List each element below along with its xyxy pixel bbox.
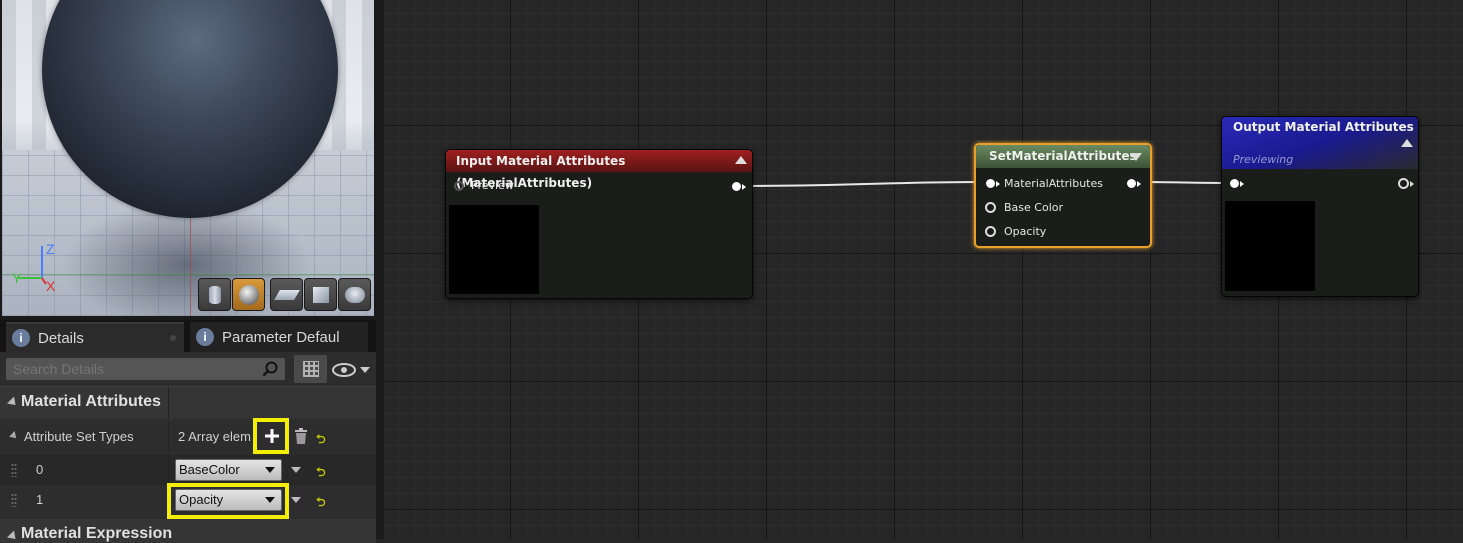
pin-arrow-icon xyxy=(1240,181,1244,187)
wire-set-to-output xyxy=(1138,181,1231,184)
category-material-expression[interactable]: Material Expression xyxy=(0,519,376,543)
node-header[interactable]: Input Material Attributes (MaterialAttri… xyxy=(446,150,752,190)
element-options-arrow-icon[interactable] xyxy=(291,467,301,473)
preview-input-pin[interactable] xyxy=(454,181,464,191)
node-preview-thumbnail xyxy=(449,205,539,294)
panel-splitter[interactable] xyxy=(376,0,384,539)
element-options-arrow-icon[interactable] xyxy=(291,497,301,503)
pin-label: Opacity xyxy=(1004,225,1047,238)
tab-details[interactable]: i Details xyxy=(6,322,184,352)
chevron-down-icon xyxy=(265,467,275,473)
column-divider xyxy=(168,455,169,485)
cylinder-preview-icon xyxy=(208,285,221,304)
pin-label: Preview xyxy=(471,179,514,192)
material-attributes-input-pin[interactable] xyxy=(1230,179,1239,188)
sphere-preview-button[interactable] xyxy=(232,278,265,311)
node-subtitle: Previewing xyxy=(1233,153,1294,166)
expand-arrow-icon xyxy=(6,396,20,409)
pin-arrow-icon xyxy=(1137,181,1141,187)
array-count-text: 2 Array elem xyxy=(178,429,251,444)
expand-arrow-icon[interactable] xyxy=(1130,153,1142,161)
tab-close-icon[interactable] xyxy=(170,335,176,341)
custom-mesh-preview-button[interactable] xyxy=(338,278,371,311)
material-attributes-output-pin[interactable] xyxy=(1127,179,1136,188)
plane-preview-button[interactable] xyxy=(270,278,303,311)
wire-input-to-set xyxy=(740,181,986,187)
reset-to-default-icon[interactable]: ⮌ xyxy=(316,430,326,451)
info-icon: i xyxy=(196,328,214,346)
pin-arrow-icon xyxy=(996,181,1000,187)
sphere-preview-icon xyxy=(238,284,259,305)
search-icon xyxy=(262,361,278,377)
drag-handle-icon[interactable] xyxy=(11,493,17,507)
highlight-opacity-dropdown xyxy=(167,483,289,519)
property-matrix-button[interactable] xyxy=(294,355,327,383)
pin-label: Base Color xyxy=(1004,201,1064,214)
pin-label: MaterialAttributes xyxy=(1004,177,1103,190)
base-color-input-pin[interactable] xyxy=(985,202,996,213)
details-panel: Material Attributes Attribute Set Types … xyxy=(0,352,376,543)
category-title: Material Attributes xyxy=(21,393,161,410)
tab-details-label: Details xyxy=(38,329,84,347)
element-index: 0 xyxy=(36,462,44,477)
y-axis-label: Y xyxy=(12,270,22,286)
tab-parameter-defaults-label: Parameter Defaul xyxy=(222,328,340,346)
cube-preview-button[interactable] xyxy=(304,278,337,311)
info-icon: i xyxy=(12,329,30,347)
custom-mesh-preview-icon xyxy=(344,286,365,303)
reset-to-default-icon[interactable]: ⮌ xyxy=(316,463,326,484)
chevron-down-icon xyxy=(360,367,370,373)
collapse-arrow-icon[interactable] xyxy=(1401,139,1413,147)
output-pin[interactable] xyxy=(732,182,741,191)
category-title: Material Expression xyxy=(21,525,173,542)
z-axis-label: Z xyxy=(46,241,55,257)
element-index: 1 xyxy=(36,492,44,507)
material-graph-canvas[interactable]: Input Material Attributes (MaterialAttri… xyxy=(384,0,1463,539)
column-divider xyxy=(168,422,169,452)
array-element-row: 0 BaseColor ⮌ xyxy=(0,455,376,485)
attribute-type-dropdown[interactable]: BaseColor xyxy=(175,459,282,481)
collapse-arrow-icon[interactable] xyxy=(735,156,747,164)
pin-arrow-icon xyxy=(1410,181,1414,187)
node-header[interactable]: Output Material Attributes Previewing xyxy=(1222,117,1418,169)
opacity-input-pin[interactable] xyxy=(985,226,996,237)
expand-arrow-icon[interactable] xyxy=(9,431,19,441)
cube-preview-icon xyxy=(312,286,329,303)
grid-icon xyxy=(302,361,319,377)
expand-arrow-icon xyxy=(6,530,20,543)
output-pin[interactable] xyxy=(1398,178,1409,189)
output-material-attributes-node[interactable]: Output Material Attributes Previewing xyxy=(1221,116,1419,297)
eye-icon xyxy=(332,363,356,377)
input-material-attributes-node[interactable]: Input Material Attributes (MaterialAttri… xyxy=(445,149,753,299)
material-preview-viewport[interactable]: Z Y X xyxy=(2,0,374,316)
property-row-attribute-set-types: Attribute Set Types 2 Array elem ⮌ xyxy=(0,422,376,452)
node-preview-thumbnail xyxy=(1225,201,1315,291)
node-title: SetMaterialAttributes xyxy=(989,149,1137,163)
axis-gizmo: Z Y X xyxy=(10,238,70,294)
node-header[interactable]: SetMaterialAttributes xyxy=(976,145,1150,168)
column-divider xyxy=(168,387,169,419)
search-details-input[interactable] xyxy=(6,358,285,380)
left-panel: Z Y X i Details i Parameter Defaul Searc… xyxy=(0,0,376,543)
category-material-attributes[interactable]: Material Attributes xyxy=(0,386,376,419)
node-title: Output Material Attributes xyxy=(1233,120,1414,134)
highlight-add-element xyxy=(253,418,289,454)
cylinder-preview-button[interactable] xyxy=(198,278,231,311)
property-label: Attribute Set Types xyxy=(24,429,134,444)
panel-tab-bar: i Details i Parameter Defaul xyxy=(0,320,376,352)
trash-icon xyxy=(295,428,307,444)
set-material-attributes-node[interactable]: SetMaterialAttributes MaterialAttributes… xyxy=(974,143,1152,248)
view-options-button[interactable] xyxy=(332,360,372,380)
delete-all-button[interactable] xyxy=(294,428,308,444)
tab-parameter-defaults[interactable]: i Parameter Defaul xyxy=(190,322,368,352)
pin-arrow-icon xyxy=(742,184,746,190)
material-attributes-input-pin[interactable] xyxy=(986,179,995,188)
plane-preview-icon xyxy=(273,289,300,300)
x-axis-label: X xyxy=(46,278,56,294)
dropdown-value: BaseColor xyxy=(179,462,240,477)
reset-to-default-icon[interactable]: ⮌ xyxy=(316,493,326,514)
drag-handle-icon[interactable] xyxy=(11,463,17,477)
